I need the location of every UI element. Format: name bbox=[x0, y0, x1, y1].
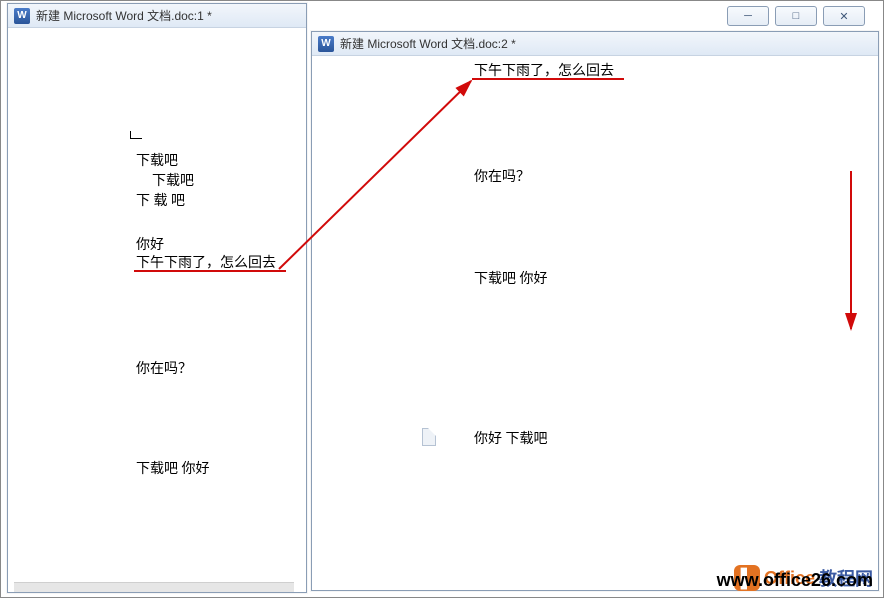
minimize-button[interactable]: ─ bbox=[727, 6, 769, 26]
maximize-button[interactable]: □ bbox=[775, 6, 817, 26]
close-button[interactable]: ✕ bbox=[823, 6, 865, 26]
word-icon: W bbox=[14, 8, 30, 24]
titlebar-2[interactable]: W 新建 Microsoft Word 文档.doc:2 * bbox=[312, 32, 878, 56]
text-line: 下载吧 bbox=[136, 150, 178, 170]
red-underline bbox=[134, 270, 286, 272]
text-line: 你在吗？ bbox=[136, 358, 192, 378]
document-area-2[interactable]: 下午下雨了，怎么回去 你在吗？ 下载吧 你好 你好 下载吧 bbox=[312, 56, 878, 590]
document-window-1[interactable]: W 新建 Microsoft Word 文档.doc:1 * 下载吧 下载吧 下… bbox=[7, 3, 307, 593]
text-line: 下载吧 你好 bbox=[136, 458, 210, 478]
window-title-2: 新建 Microsoft Word 文档.doc:2 * bbox=[340, 35, 516, 52]
text-line: 下载吧 你好 bbox=[474, 268, 548, 288]
document-window-2[interactable]: W 新建 Microsoft Word 文档.doc:2 * 下午下雨了，怎么回… bbox=[311, 31, 879, 591]
text-line: 你好 下载吧 bbox=[474, 428, 548, 448]
red-underline bbox=[472, 78, 624, 80]
text-line: 下载吧 bbox=[152, 170, 194, 190]
document-area-1[interactable]: 下载吧 下载吧 下 载 吧 你好 下午下雨了，怎么回去 你在吗？ 下载吧 你好 bbox=[8, 28, 306, 592]
text-line-highlight: 下午下雨了，怎么回去 bbox=[474, 60, 614, 80]
watermark-url: www.office26.com bbox=[717, 570, 873, 591]
text-line: 你好 bbox=[136, 234, 164, 254]
word-icon: W bbox=[318, 36, 334, 52]
text-line-highlight: 下午下雨了，怎么回去 bbox=[136, 252, 276, 272]
window-controls: ─ □ ✕ bbox=[727, 6, 865, 26]
maximize-icon: □ bbox=[793, 10, 800, 22]
text-cursor-mark bbox=[130, 131, 142, 139]
titlebar-1[interactable]: W 新建 Microsoft Word 文档.doc:1 * bbox=[8, 4, 306, 28]
window-title-1: 新建 Microsoft Word 文档.doc:1 * bbox=[36, 7, 212, 24]
text-line: 下 载 吧 bbox=[136, 190, 185, 210]
minimize-icon: ─ bbox=[744, 10, 752, 22]
close-icon: ✕ bbox=[839, 10, 848, 23]
page-break-icon bbox=[422, 428, 436, 446]
horizontal-scrollbar[interactable] bbox=[14, 582, 294, 592]
text-line: 你在吗？ bbox=[474, 166, 530, 186]
